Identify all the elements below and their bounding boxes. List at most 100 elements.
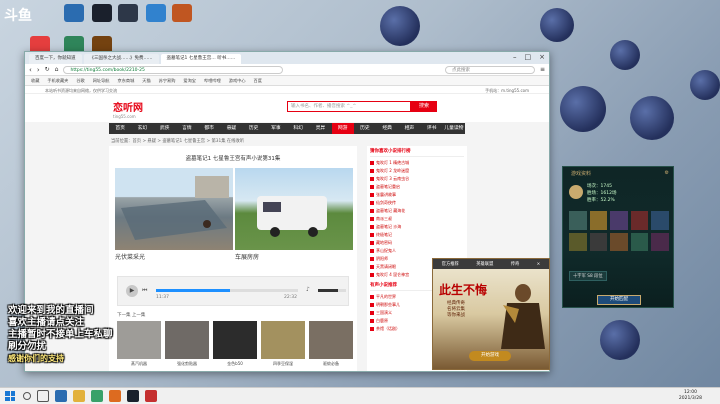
nav-item[interactable]: 经典 — [376, 123, 398, 134]
episode-nav[interactable]: 下一集 上一集 — [117, 312, 145, 318]
bookmark-item[interactable]: 京东商城 — [118, 78, 135, 84]
nav-item[interactable]: 灵异 — [309, 123, 331, 134]
maximize-icon[interactable]: □ — [525, 53, 532, 61]
settings-icon[interactable]: ⚙ — [665, 170, 669, 176]
champion-icon[interactable] — [569, 232, 587, 251]
desktop-app-icon[interactable] — [64, 4, 84, 22]
nav-item[interactable]: 悬疑 — [220, 123, 242, 134]
back-icon[interactable]: ‹ — [29, 66, 32, 74]
client-rank-row[interactable]: 十字军 S8 段位 — [569, 271, 607, 281]
ad-tab[interactable]: 英雄联盟 — [476, 261, 493, 267]
ad-thumb-label[interactable]: 四季豆保湿 — [261, 361, 305, 367]
nav-item[interactable]: 评书 — [421, 123, 443, 134]
ad-thumb-label[interactable]: 蒸汽机器 — [117, 361, 161, 367]
photo-caption[interactable]: 光伏菜采光 — [115, 252, 145, 261]
ad-tab[interactable]: 传奇 — [511, 261, 520, 267]
champion-icon[interactable] — [630, 211, 649, 230]
bookmark-item[interactable]: 天猫 — [142, 78, 150, 84]
browser-tab[interactable]: 百度一下，你就知道 — [29, 54, 82, 64]
ad-thumb[interactable] — [213, 321, 257, 359]
bookmark-item[interactable]: 谷歌 — [76, 78, 84, 84]
sidebar-item[interactable]: 盗墓笔记 沙海 — [370, 223, 464, 231]
refresh-icon[interactable]: ↻ — [45, 66, 50, 73]
ad-tab[interactable]: 官方推荐 — [442, 261, 459, 267]
nav-item[interactable]: 玄幻 — [131, 123, 153, 134]
sidebar-item[interactable]: 张震讲故事 — [370, 191, 464, 199]
ad-thumb[interactable] — [117, 321, 161, 359]
sidebar-item[interactable]: 盗墓笔记重启 — [370, 183, 464, 191]
close-icon[interactable]: × — [539, 53, 545, 61]
browser-tab-active[interactable]: 盗墓笔记1 七星鲁王宫… 听书…… — [160, 54, 242, 64]
ad-thumb[interactable] — [261, 321, 305, 359]
bookmark-item[interactable]: 百度 — [254, 78, 262, 84]
solar-roof-photo[interactable] — [115, 168, 233, 250]
taskbar-clock[interactable]: 12:00 2021/3/28 — [679, 390, 702, 402]
menu-icon[interactable]: ≡ — [540, 66, 545, 73]
nav-item[interactable]: 武侠 — [154, 123, 176, 134]
sidebar-item[interactable]: 藏地密码 — [370, 239, 464, 247]
sidebar-item[interactable]: 终极笔记 — [370, 231, 464, 239]
champion-icon[interactable] — [651, 211, 669, 230]
browser-tab[interactable]: 《三国杀之大战……》免费…… — [83, 54, 159, 64]
site-search-input[interactable]: 输入书名、作者、播音搜索 ^_^ — [287, 101, 411, 112]
ad-thumb-label[interactable]: 驱蚊必备 — [309, 361, 353, 367]
sidebar-item[interactable]: 鬼吹灯 2 龙岭迷窟 — [370, 167, 464, 175]
nav-item[interactable]: 相声 — [398, 123, 420, 134]
app-taskbar-icon[interactable] — [91, 390, 103, 402]
url-field[interactable]: https://ting55.com/book/2210-25 — [63, 65, 284, 74]
nav-item[interactable]: 历史 — [354, 123, 376, 134]
rv-camper-photo[interactable] — [235, 168, 353, 250]
prev-icon[interactable]: ⏮ — [142, 287, 147, 295]
avatar[interactable] — [569, 185, 583, 199]
folder-taskbar-icon[interactable] — [73, 390, 85, 402]
bookmark-item[interactable]: 游戏中心 — [229, 78, 246, 84]
forward-icon[interactable]: › — [37, 66, 40, 74]
desktop-app-icon[interactable] — [172, 4, 192, 22]
champion-icon[interactable] — [610, 232, 628, 251]
volume-slider[interactable] — [318, 289, 346, 292]
sidebar-item[interactable]: 鬼吹灯 1 精绝古城 — [370, 159, 464, 167]
nav-item[interactable]: 军事 — [265, 123, 287, 134]
nav-item-active[interactable]: 网游 — [331, 123, 354, 134]
bookmark-item[interactable]: 收藏 — [31, 78, 39, 84]
sidebar-item[interactable]: 鬼吹灯 3 云南虫谷 — [370, 175, 464, 183]
sidebar-item[interactable]: 仙剑奇侠传 — [370, 199, 464, 207]
volume-icon[interactable]: ♪ — [306, 286, 310, 293]
sidebar-item[interactable]: 茅山捉鬼人 — [370, 247, 464, 255]
ad-thumb[interactable] — [165, 321, 209, 359]
site-topline-right[interactable]: 手机站：m.ting55.com — [485, 88, 529, 93]
champion-icon[interactable] — [610, 211, 628, 230]
nav-item[interactable]: 都市 — [198, 123, 220, 134]
champion-icon[interactable] — [630, 232, 649, 251]
champion-icon[interactable] — [589, 232, 608, 251]
desktop-app-icon[interactable] — [92, 4, 112, 22]
site-search-button[interactable]: 搜索 — [411, 101, 437, 112]
site-logo[interactable]: 恋听网 ting55.com — [113, 99, 143, 119]
nav-item[interactable]: 儿童读物 — [443, 123, 465, 134]
minimize-icon[interactable]: – — [513, 53, 517, 61]
nav-item[interactable]: 历史 — [243, 123, 265, 134]
sidebar-item[interactable]: 南派三叔 — [370, 215, 464, 223]
sidebar-item[interactable]: 盗墓笔记 藏海花 — [370, 207, 464, 215]
desktop-app-icon[interactable] — [118, 4, 138, 22]
game-ad-popup[interactable]: 官方推荐 英雄联盟 传奇 × 此生不悔 经典传奇 名将云集 等你来战 开始游戏 — [432, 258, 550, 370]
start-game-button[interactable]: 开始游戏 — [469, 351, 511, 361]
start-button[interactable] — [3, 389, 17, 403]
ad-thumb-label[interactable]: 金色b50 — [213, 361, 257, 367]
play-button[interactable]: ▶ — [126, 285, 138, 297]
champion-icon[interactable] — [569, 211, 587, 230]
photo-caption[interactable]: 车展房房 — [235, 252, 259, 261]
close-icon[interactable]: × — [537, 262, 541, 267]
match-button[interactable]: 开始匹配 — [597, 295, 641, 305]
nav-item[interactable]: 言情 — [176, 123, 198, 134]
desktop-app-icon[interactable] — [146, 4, 166, 22]
champion-icon[interactable] — [589, 211, 608, 230]
bookmark-item[interactable]: 爱淘宝 — [183, 78, 196, 84]
champion-icon[interactable] — [651, 232, 669, 251]
bookmark-item[interactable]: 苏宁易购 — [159, 78, 176, 84]
app-taskbar-icon[interactable] — [127, 390, 139, 402]
task-view-icon[interactable] — [37, 390, 49, 402]
bookmark-item[interactable]: 哔哩哔哩 — [204, 78, 221, 84]
nav-item[interactable]: 科幻 — [287, 123, 309, 134]
bookmark-item[interactable]: 网址导航 — [93, 78, 110, 84]
